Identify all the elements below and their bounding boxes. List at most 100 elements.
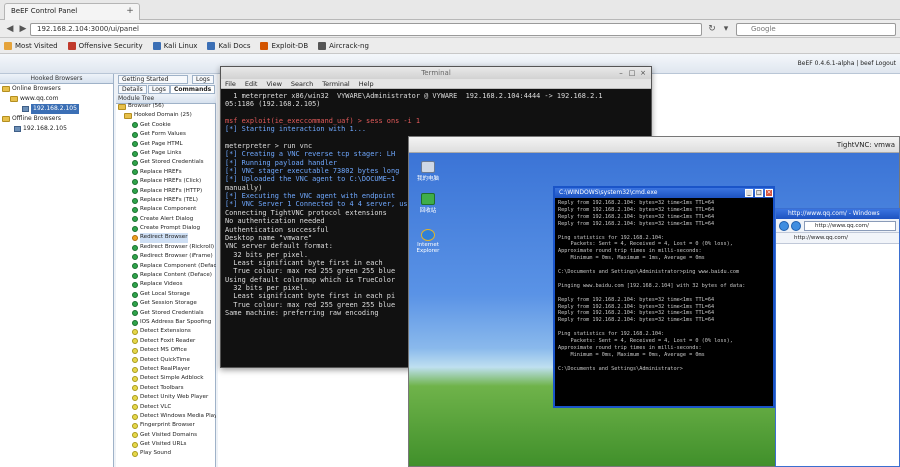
module-item[interactable]: Redirect Browser	[116, 233, 216, 243]
module-item[interactable]: Detect MS Office	[116, 346, 216, 355]
cmd-title-bar[interactable]: C:\WINDOWS\system32\cmd.exe _ □ ×	[555, 188, 773, 198]
module-item[interactable]: Get Cookie	[116, 121, 216, 130]
module-item[interactable]: Redirect Browser (Rickroll)	[116, 243, 216, 252]
minimize-icon[interactable]: _	[745, 189, 753, 197]
module-item[interactable]: Replace Videos	[116, 280, 216, 289]
menu-terminal[interactable]: Terminal	[322, 79, 349, 89]
bookmark-most-visited[interactable]: Most Visited	[4, 41, 58, 50]
module-item[interactable]: Detect Simple Adblock	[116, 374, 216, 383]
close-icon[interactable]: ×	[639, 69, 647, 77]
module-item[interactable]: Detect QuickTime	[116, 356, 216, 365]
module-item[interactable]: Replace HREFs	[116, 168, 216, 177]
menu-file[interactable]: File	[225, 79, 236, 89]
offline-browser-entry[interactable]: 192.168.2.105	[0, 124, 113, 134]
desktop-icon-internet-explorer[interactable]: Internet Explorer	[413, 229, 443, 254]
desktop-icon-my-computer[interactable]: 我的电脑	[413, 161, 443, 182]
module-item[interactable]: Detect Extensions	[116, 327, 216, 336]
module-item[interactable]: Get Stored Credentials	[116, 309, 216, 318]
tab-details[interactable]: Details	[118, 85, 147, 94]
module-item[interactable]: Fingerprint Browser	[116, 421, 216, 430]
module-item[interactable]: Create Prompt Dialog	[116, 224, 216, 233]
minimize-icon[interactable]: –	[617, 69, 625, 77]
module-item[interactable]: Detect Foxit Reader	[116, 337, 216, 346]
bookmark-aircrack-ng[interactable]: Aircrack-ng	[318, 41, 369, 50]
module-item[interactable]: Get Form Values	[116, 130, 216, 139]
menu-search[interactable]: Search	[291, 79, 313, 89]
module-item[interactable]: Get Visited URLs	[116, 440, 216, 449]
online-browsers-node[interactable]: Online Browsers	[0, 84, 113, 94]
user-info[interactable]: BeEF 0.4.6.1-alpha | beef Logout	[798, 60, 896, 67]
module-item[interactable]: Replace HREFs (Click)	[116, 177, 216, 186]
module-item[interactable]: Detect VLC	[116, 403, 216, 412]
module-item[interactable]: Replace Component (Deface)	[116, 262, 216, 271]
ie-favorite-link[interactable]: http://www.qq.com/	[794, 235, 848, 241]
module-item[interactable]: Play Sound	[116, 449, 216, 458]
module-item[interactable]: Get Stored Credentials	[116, 158, 216, 167]
menu-edit[interactable]: Edit	[245, 79, 258, 89]
maximize-icon[interactable]: □	[628, 69, 636, 77]
back-icon[interactable]: ◀	[4, 23, 16, 35]
maximize-icon[interactable]: □	[755, 189, 763, 197]
ie-address-input[interactable]: http://www.qq.com/	[804, 221, 896, 231]
bookmark-offensive-security[interactable]: Offensive Security	[67, 41, 143, 50]
module-item[interactable]: Redirect Browser (iFrame)	[116, 252, 216, 261]
cmd-line: Reply from 192.168.2.104: bytes=32 time<…	[558, 310, 715, 317]
vnc-title: TightVNC: vmwa	[836, 141, 895, 149]
terminal-title-bar[interactable]: Terminal – □ ×	[221, 67, 651, 79]
ie-nav-bar: http://www.qq.com/	[776, 219, 899, 233]
module-item[interactable]: Get Visited Domains	[116, 431, 216, 440]
reload-icon[interactable]: ↻	[706, 23, 718, 35]
forward-icon[interactable]: ▶	[17, 23, 29, 35]
module-status-icon	[132, 225, 138, 232]
module-item[interactable]: Replace Component	[116, 205, 216, 214]
module-item[interactable]: Get Local Storage	[116, 290, 216, 299]
tab-commands[interactable]: Commands	[170, 85, 216, 94]
ie-back-icon[interactable]	[779, 221, 789, 231]
terminal-line: [*] Starting interaction with 1...	[225, 125, 367, 134]
module-item[interactable]: Detect Toolbars	[116, 384, 216, 393]
tab-logs[interactable]: Logs	[192, 75, 214, 84]
dropdown-icon[interactable]: ▾	[720, 23, 732, 35]
module-item[interactable]: Detect Windows Media Player	[116, 412, 216, 421]
bookmark-kali-docs[interactable]: Kali Docs	[207, 41, 250, 50]
folder-icon	[118, 103, 126, 110]
module-item[interactable]: Get Session Storage	[116, 299, 216, 308]
terminal-title: Terminal	[421, 69, 451, 77]
module-pane: Getting Started Logs Details Logs Comman…	[116, 74, 216, 467]
new-tab-icon[interactable]: +	[124, 5, 136, 17]
module-item[interactable]: Detect Unity Web Player	[116, 393, 216, 402]
menu-help[interactable]: Help	[359, 79, 374, 89]
menu-view[interactable]: View	[266, 79, 281, 89]
module-tree: Browser (56) Hooked Domain (25) Get Cookie…	[116, 102, 216, 467]
close-icon[interactable]: ×	[765, 189, 773, 197]
desktop-icon-recycle-bin[interactable]: 回收站	[413, 193, 443, 214]
bookmark-exploit-db[interactable]: Exploit-DB	[260, 41, 308, 50]
module-item[interactable]: Replace HREFs (HTTP)	[116, 187, 216, 196]
cmd-output[interactable]: Reply from 192.168.2.104: bytes=32 time<…	[555, 198, 773, 406]
url-input[interactable]: 192.168.2.104:3000/ui/panel	[30, 23, 702, 36]
browser-tab-strip: BeEF Control Panel +	[0, 0, 900, 20]
ie-forward-icon[interactable]	[791, 221, 801, 231]
online-browser-entry[interactable]: 192.168.2.105	[0, 104, 113, 114]
online-host-node[interactable]: www.qq.com	[0, 94, 113, 104]
module-item[interactable]: Create Alert Dialog	[116, 215, 216, 224]
tab-title: BeEF Control Panel	[11, 7, 78, 15]
module-item[interactable]: Replace Content (Deface)	[116, 271, 216, 280]
module-item[interactable]: Detect RealPlayer	[116, 365, 216, 374]
module-item[interactable]: Browser (56)	[116, 102, 216, 111]
browser-tab[interactable]: BeEF Control Panel	[4, 3, 140, 20]
tab-getting-started[interactable]: Getting Started	[118, 75, 188, 84]
module-item[interactable]: IOS Address Bar Spoofing	[116, 318, 216, 327]
bookmark-kali-linux[interactable]: Kali Linux	[152, 41, 197, 50]
ie-title-bar[interactable]: http://www.qq.com/ - Windows	[776, 209, 899, 219]
module-item[interactable]: Replace HREFs (TEL)	[116, 196, 216, 205]
kali-docs-icon	[207, 41, 216, 50]
tab-sub-logs[interactable]: Logs	[148, 85, 170, 94]
module-item[interactable]: Get Page HTML	[116, 140, 216, 149]
vnc-title-bar[interactable]: TightVNC: vmwa	[409, 137, 899, 153]
module-item[interactable]: Get Page Links	[116, 149, 216, 158]
offline-browsers-node[interactable]: Offline Browsers	[0, 114, 113, 124]
module-status-icon	[132, 235, 138, 242]
search-input[interactable]: Google	[736, 23, 896, 36]
module-item[interactable]: Hooked Domain (25)	[116, 111, 216, 120]
